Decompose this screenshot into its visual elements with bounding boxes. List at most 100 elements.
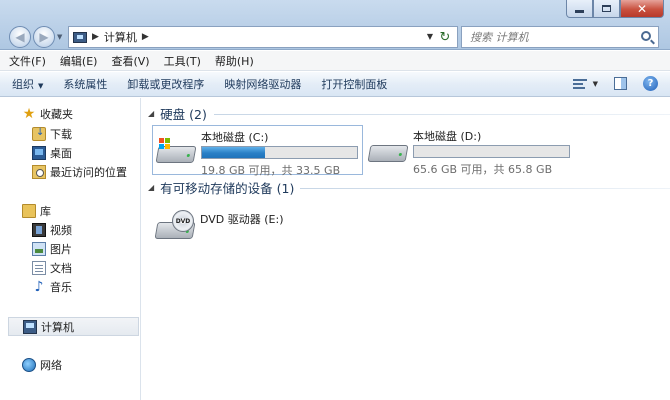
sidebar-item-libraries[interactable]: 库 bbox=[22, 202, 51, 220]
document-icon bbox=[32, 261, 46, 275]
view-controls: ▼ ? bbox=[572, 76, 658, 91]
picture-icon bbox=[32, 242, 46, 256]
change-view-icon[interactable] bbox=[572, 78, 587, 90]
map-network-drive-button[interactable]: 映射网络驱动器 bbox=[224, 76, 301, 92]
library-icon bbox=[22, 204, 36, 218]
group-header-label: 有可移动存储的设备 (1) bbox=[160, 180, 295, 196]
search-input[interactable] bbox=[470, 30, 630, 44]
open-control-panel-button[interactable]: 打开控制面板 bbox=[321, 76, 387, 92]
sidebar-item-label: 收藏夹 bbox=[40, 108, 73, 121]
refresh-icon: ↻ bbox=[439, 29, 451, 45]
sidebar-item-network[interactable]: 网络 bbox=[22, 356, 62, 374]
sidebar-item-label: 文档 bbox=[50, 262, 72, 275]
history-dropdown-icon[interactable]: ▼ bbox=[57, 33, 65, 41]
menu-bar: 文件(F) 编辑(E) 查看(V) 工具(T) 帮助(H) bbox=[0, 51, 670, 71]
sidebar-item-music[interactable]: ♪ 音乐 bbox=[32, 278, 72, 296]
computer-icon bbox=[23, 319, 37, 334]
maximize-button[interactable] bbox=[593, 0, 620, 18]
breadcrumb-computer[interactable]: 计算机 bbox=[104, 29, 137, 45]
sidebar-item-downloads[interactable]: 下载 bbox=[32, 125, 72, 143]
address-dropdown-icon[interactable]: ▼ bbox=[427, 32, 433, 41]
drive-d[interactable]: 本地磁盘 (D:) 65.6 GB 可用，共 65.8 GB bbox=[365, 125, 580, 176]
sidebar-item-label: 图片 bbox=[50, 243, 72, 256]
video-icon bbox=[32, 223, 46, 237]
back-button[interactable]: ◀ bbox=[9, 26, 31, 48]
sidebar-item-favorites[interactable]: ★ 收藏夹 bbox=[22, 105, 73, 123]
dvd-drive-icon: DVD bbox=[154, 210, 196, 244]
preview-pane-icon[interactable] bbox=[614, 77, 627, 90]
back-arrow-icon: ◀ bbox=[15, 30, 25, 44]
search-icon[interactable] bbox=[641, 31, 651, 41]
menu-help[interactable]: 帮助(H) bbox=[215, 53, 254, 69]
menu-view[interactable]: 查看(V) bbox=[111, 53, 149, 69]
hard-drive-icon bbox=[155, 138, 197, 168]
close-button[interactable]: ✕ bbox=[620, 0, 664, 18]
group-divider bbox=[214, 114, 670, 115]
view-dropdown-icon[interactable]: ▼ bbox=[593, 80, 598, 88]
music-icon: ♪ bbox=[34, 279, 44, 295]
title-bar: ✕ ◀ ▶ ▼ ▶ 计算机 ▶ ▼ ↻ bbox=[0, 0, 670, 50]
forward-arrow-icon: ▶ bbox=[39, 30, 49, 44]
minimize-button[interactable] bbox=[566, 0, 593, 18]
organize-label: 组织 bbox=[12, 78, 34, 91]
sidebar-item-computer[interactable]: 计算机 bbox=[8, 317, 139, 336]
breadcrumb-chevron-icon[interactable]: ▶ bbox=[92, 32, 99, 42]
search-box[interactable] bbox=[461, 26, 659, 48]
refresh-button[interactable]: ↻ bbox=[434, 27, 456, 47]
sidebar-item-label: 桌面 bbox=[50, 147, 72, 160]
dvd-disc-icon: DVD bbox=[172, 210, 194, 232]
network-icon bbox=[22, 358, 36, 372]
sidebar-item-label: 网络 bbox=[40, 359, 62, 372]
drive-name: 本地磁盘 (C:) bbox=[201, 131, 269, 144]
sidebar-item-label: 音乐 bbox=[50, 281, 72, 294]
sidebar-item-desktop[interactable]: 桌面 bbox=[32, 144, 72, 162]
address-bar[interactable]: ▶ 计算机 ▶ ▼ bbox=[68, 26, 458, 48]
sidebar-item-recent-places[interactable]: 最近访问的位置 bbox=[32, 163, 127, 181]
system-properties-button[interactable]: 系统属性 bbox=[63, 76, 107, 92]
collapse-triangle-icon: ◢ bbox=[148, 108, 155, 118]
close-icon: ✕ bbox=[636, 1, 648, 16]
sidebar-item-videos[interactable]: 视频 bbox=[32, 221, 72, 239]
uninstall-program-button[interactable]: 卸载或更改程序 bbox=[127, 76, 204, 92]
computer-icon bbox=[73, 31, 87, 43]
sidebar-item-label: 计算机 bbox=[41, 320, 74, 334]
drive-usage-fill bbox=[202, 147, 266, 158]
drive-c[interactable]: 本地磁盘 (C:) 19.8 GB 可用，共 33.5 GB bbox=[152, 125, 363, 177]
menu-file[interactable]: 文件(F) bbox=[9, 53, 46, 69]
collapse-triangle-icon: ◢ bbox=[148, 182, 155, 192]
maximize-icon bbox=[602, 5, 611, 12]
drive-free-space: 19.8 GB 可用，共 33.5 GB bbox=[201, 164, 341, 177]
sidebar-item-pictures[interactable]: 图片 bbox=[32, 240, 72, 258]
minimize-icon bbox=[575, 9, 584, 13]
drive-name: DVD 驱动器 (E:) bbox=[200, 213, 284, 226]
desktop-icon bbox=[32, 146, 46, 160]
organize-button[interactable]: 组织 ▼ bbox=[12, 76, 43, 92]
star-icon: ★ bbox=[22, 106, 36, 122]
sidebar-item-documents[interactable]: 文档 bbox=[32, 259, 72, 277]
navigation-pane: ★ 收藏夹 下载 桌面 最近访问的位置 库 视频 图片 文档 ♪ 音乐 计算机 … bbox=[0, 98, 141, 400]
help-icon[interactable]: ? bbox=[643, 76, 658, 91]
hard-drive-icon bbox=[367, 137, 409, 167]
download-folder-icon bbox=[32, 127, 46, 141]
group-header-label: 硬盘 (2) bbox=[160, 106, 207, 122]
group-header-removable-storage[interactable]: ◢ 有可移动存储的设备 (1) bbox=[148, 178, 294, 196]
sidebar-item-label: 库 bbox=[40, 205, 51, 218]
chevron-down-icon: ▼ bbox=[38, 82, 44, 90]
drive-usage-bar bbox=[201, 146, 358, 159]
drive-dvd-e[interactable]: DVD DVD 驱动器 (E:) bbox=[152, 202, 363, 252]
group-divider bbox=[300, 188, 670, 189]
group-header-hard-drives[interactable]: ◢ 硬盘 (2) bbox=[148, 104, 207, 122]
breadcrumb-chevron-icon[interactable]: ▶ bbox=[142, 32, 149, 42]
drive-usage-bar bbox=[413, 145, 570, 158]
sidebar-item-label: 下载 bbox=[50, 128, 72, 141]
sidebar-item-label: 最近访问的位置 bbox=[50, 166, 127, 179]
content-pane: ◢ 硬盘 (2) 本地磁盘 (C:) 19.8 GB 可用，共 33.5 GB … bbox=[142, 98, 670, 400]
window-controls: ✕ bbox=[566, 0, 664, 20]
drive-free-space: 65.6 GB 可用，共 65.8 GB bbox=[413, 163, 553, 176]
drive-name: 本地磁盘 (D:) bbox=[413, 130, 482, 143]
windows-logo-icon bbox=[159, 138, 171, 150]
forward-button[interactable]: ▶ bbox=[33, 26, 55, 48]
command-bar: 组织 ▼ 系统属性 卸载或更改程序 映射网络驱动器 打开控制面板 ▼ ? bbox=[0, 72, 670, 97]
menu-edit[interactable]: 编辑(E) bbox=[60, 53, 98, 69]
menu-tools[interactable]: 工具(T) bbox=[164, 53, 201, 69]
